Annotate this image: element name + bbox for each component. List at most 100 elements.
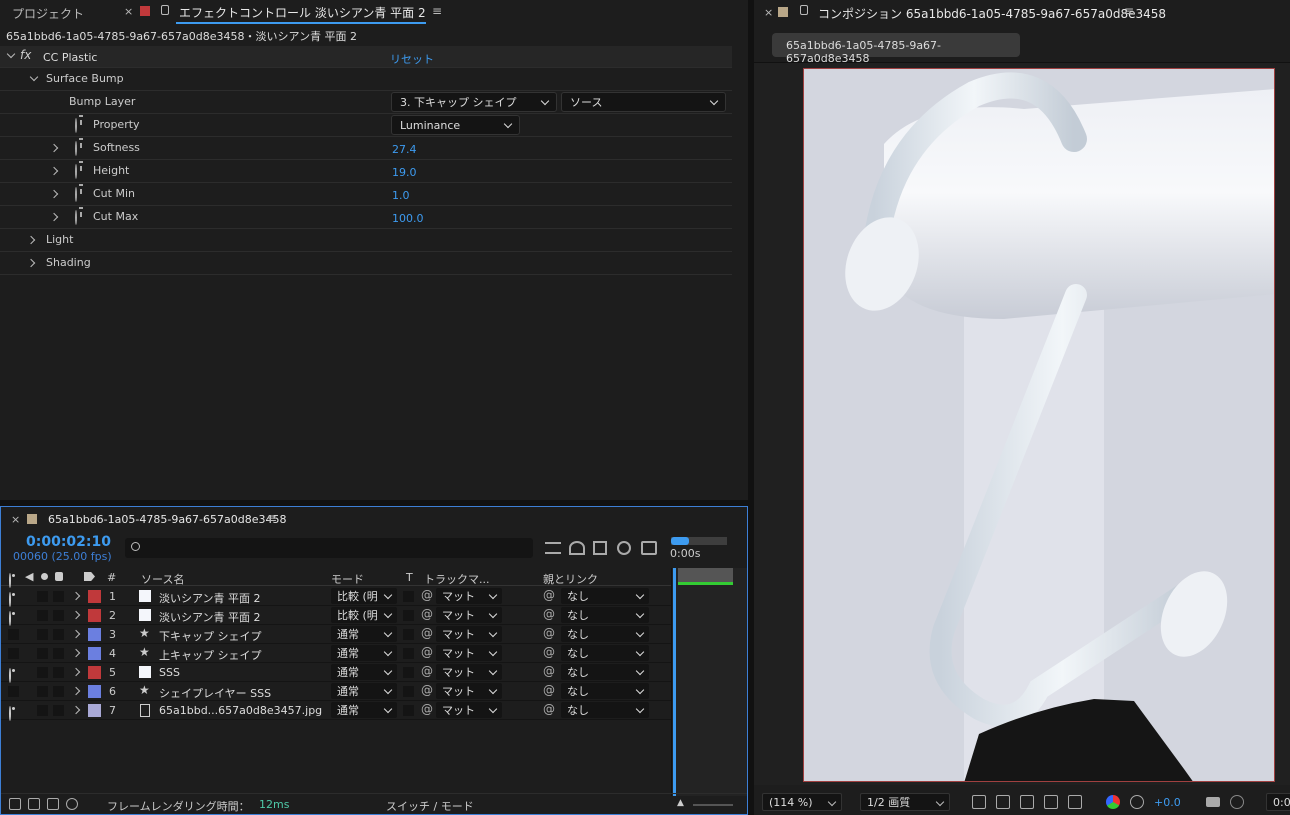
stopwatch-icon[interactable] (75, 118, 77, 133)
effect-header-row[interactable]: fx CC Plastic リセット (0, 46, 732, 68)
chevron-right-icon[interactable] (49, 212, 59, 222)
layer-label-color[interactable] (88, 628, 101, 641)
pick-whip-icon[interactable]: @ (543, 664, 555, 678)
link-icon[interactable]: @ (421, 702, 433, 716)
layer-label-color[interactable] (88, 685, 101, 698)
chevron-right-icon[interactable] (49, 189, 59, 199)
comp-viewer[interactable] (754, 63, 1290, 785)
parent-dropdown[interactable]: なし (561, 664, 649, 680)
parent-dropdown[interactable]: なし (561, 607, 649, 623)
lock-box[interactable] (53, 648, 64, 659)
chevron-down-icon[interactable] (29, 72, 39, 82)
link-icon[interactable]: @ (421, 683, 433, 697)
solo-box[interactable] (37, 629, 48, 640)
layer-row[interactable]: 4 ★ 上キャップ シェイプ 通常 @ マット @ なし (1, 644, 747, 663)
preserve-transparency-box[interactable] (403, 705, 414, 716)
solo-icon[interactable] (41, 573, 48, 580)
layer-name[interactable]: SSS (159, 666, 180, 679)
tab-timeline[interactable]: 65a1bbd6-1a05-4785-9a67-657a0d8e3458 (48, 513, 287, 526)
motion-blur-icon[interactable] (617, 541, 631, 555)
lock-box[interactable] (53, 686, 64, 697)
blend-mode-dropdown[interactable]: 比較 (明 (331, 588, 397, 604)
bump-layer-dropdown[interactable]: 3. 下キャップ シェイプ (391, 92, 557, 112)
track-matte-dropdown[interactable]: マット (436, 626, 502, 642)
blend-mode-dropdown[interactable]: 比較 (明 (331, 607, 397, 623)
zoom-out-icon[interactable]: ▲ (677, 798, 684, 808)
panel-menu-icon[interactable]: ≡ (1124, 4, 1134, 18)
graph-editor-icon[interactable] (641, 541, 657, 555)
group-shading[interactable]: Shading (0, 252, 732, 275)
chevron-right-icon[interactable] (71, 705, 81, 715)
track-matte-dropdown[interactable]: マット (436, 683, 502, 699)
eye-icon[interactable] (9, 706, 11, 721)
comp-canvas[interactable] (803, 68, 1275, 782)
lock-box[interactable] (53, 667, 64, 678)
in-out-icon[interactable] (47, 798, 59, 810)
chevron-right-icon[interactable] (26, 235, 36, 245)
eye-icon[interactable] (9, 592, 11, 607)
parent-dropdown[interactable]: なし (561, 626, 649, 642)
chevron-down-icon[interactable] (6, 49, 16, 59)
preserve-transparency-box[interactable] (403, 610, 414, 621)
layer-row[interactable]: 7 65a1bbd...657a0d8e3457.jpg 通常 @ マット @ なし (1, 701, 747, 721)
preserve-transparency-box[interactable] (403, 648, 414, 659)
track-matte-dropdown[interactable]: マット (436, 588, 502, 604)
blend-mode-dropdown[interactable]: 通常 (331, 664, 397, 680)
col-source[interactable]: ソース名 (141, 571, 184, 587)
col-t[interactable]: T (406, 571, 413, 584)
layer-name[interactable]: 65a1bbd...657a0d8e3457.jpg (159, 704, 322, 717)
param-value[interactable]: 100.0 (392, 212, 424, 225)
solo-box[interactable] (37, 591, 48, 602)
pick-whip-icon[interactable]: @ (543, 607, 555, 621)
visibility-off-box[interactable] (8, 629, 19, 640)
search-input[interactable] (125, 538, 533, 558)
blend-mode-dropdown[interactable]: 通常 (331, 683, 397, 699)
exposure-value[interactable]: +0.0 (1154, 796, 1181, 809)
layer-row[interactable]: 1 淡いシアン青 平面 2 比較 (明 @ マット @ なし (1, 587, 747, 607)
work-area-start[interactable] (671, 537, 689, 545)
layer-name[interactable]: 淡いシアン青 平面 2 (159, 590, 261, 606)
preserve-transparency-box[interactable] (403, 686, 414, 697)
blend-mode-dropdown[interactable]: 通常 (331, 702, 397, 718)
current-time-indicator[interactable] (673, 568, 676, 796)
lock-icon[interactable] (161, 5, 169, 15)
layer-name[interactable]: 下キャップ シェイプ (159, 628, 262, 644)
timecode[interactable]: 0:00:02:10 (26, 534, 111, 550)
group-surface-bump[interactable]: Surface Bump (0, 68, 732, 91)
lock-box[interactable] (53, 591, 64, 602)
chevron-right-icon[interactable] (71, 648, 81, 658)
quality-dropdown[interactable]: 1/2 画質 (860, 793, 950, 811)
layer-row[interactable]: 6 ★ シェイプレイヤー SSS 通常 @ マット @ なし (1, 682, 747, 701)
guides-icon[interactable] (1068, 795, 1082, 809)
solo-box[interactable] (37, 610, 48, 621)
work-area-bar[interactable] (671, 537, 727, 545)
fx-icon[interactable]: fx (20, 48, 31, 62)
property-dropdown[interactable]: Luminance (391, 115, 520, 135)
exposure-reset-icon[interactable] (1130, 795, 1144, 809)
zoom-dropdown[interactable]: (114 %) (762, 793, 842, 811)
stopwatch-icon[interactable] (75, 141, 77, 156)
parent-dropdown[interactable]: なし (561, 702, 649, 718)
chevron-right-icon[interactable] (71, 591, 81, 601)
panel-menu-icon[interactable]: ≡ (432, 4, 442, 18)
pick-whip-icon[interactable]: @ (543, 683, 555, 697)
draft-3d-icon[interactable] (569, 541, 585, 555)
link-icon[interactable]: @ (421, 607, 433, 621)
render-time-icon[interactable] (28, 798, 40, 810)
visibility-off-box[interactable] (8, 686, 19, 697)
layer-name[interactable]: シェイプレイヤー SSS (159, 685, 271, 701)
lock-box[interactable] (53, 629, 64, 640)
preserve-transparency-box[interactable] (403, 629, 414, 640)
close-icon[interactable]: × (764, 6, 773, 19)
layer-label-color[interactable] (88, 590, 101, 603)
zoom-slider[interactable] (693, 804, 733, 806)
preserve-transparency-box[interactable] (403, 591, 414, 602)
comp-tab[interactable]: 65a1bbd6-1a05-4785-9a67-657a0d8e3458 (772, 33, 1020, 65)
chevron-right-icon[interactable] (71, 686, 81, 696)
close-icon[interactable]: × (124, 5, 133, 18)
link-icon[interactable]: @ (421, 626, 433, 640)
stopwatch-icon[interactable] (75, 187, 77, 202)
region-of-interest-icon[interactable] (1044, 795, 1058, 809)
stopwatch-icon[interactable] (75, 210, 77, 225)
chevron-right-icon[interactable] (71, 667, 81, 677)
